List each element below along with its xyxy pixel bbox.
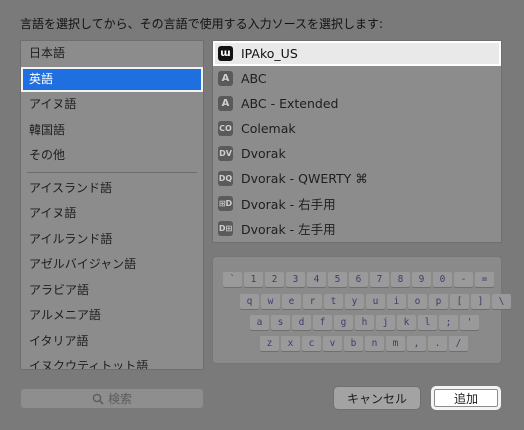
input-source-label: ABC xyxy=(241,71,267,86)
keyboard-key: / xyxy=(449,336,468,351)
language-item[interactable]: アイヌ語 xyxy=(21,201,203,227)
search-placeholder: 検索 xyxy=(107,392,132,406)
add-button[interactable]: 追加 xyxy=(431,386,501,410)
keyboard-key: n xyxy=(365,336,384,351)
input-source-label: Dvorak xyxy=(241,146,286,161)
keyboard-key: t xyxy=(324,294,343,309)
input-source-item[interactable]: A ABC xyxy=(213,66,501,91)
keyboard-key: k xyxy=(397,315,416,330)
keyboard-key: - xyxy=(454,272,473,287)
keyboard-preview: ` 1 2 3 4 5 6 7 8 9 0- = q w e r t y u i o p[] \ a s d f g h j k l; ' … xyxy=(212,256,511,364)
keyboard-key: p xyxy=(429,294,448,309)
input-source-label: Dvorak - QWERTY ⌘ xyxy=(241,171,368,186)
keyboard-key: ` xyxy=(223,272,242,287)
keyboard-key: b xyxy=(344,336,363,351)
keyboard-key: 7 xyxy=(370,272,389,287)
input-source-label: Colemak xyxy=(241,121,296,136)
input-source-label: ABC - Extended xyxy=(241,96,339,111)
instruction-text: 言語を選択してから、その言語で使用する入力ソースを選択します: xyxy=(20,17,384,31)
dvorak-left-icon: D⊞ xyxy=(218,221,233,236)
language-list[interactable]: 日本語 英語 アイヌ語 韓国語 その他 アイスランド語 アイヌ語 アイルランド語 アゼルバイジ… xyxy=(20,40,204,370)
keyboard-key: 5 xyxy=(328,272,347,287)
keyboard-key: [ xyxy=(450,294,469,309)
input-source-list[interactable]: ɯ IPAko_US A ABC A ABC - Extended CO Colemak DV D… xyxy=(212,40,502,243)
keyboard-key: ] xyxy=(471,294,490,309)
input-source-item[interactable]: DV Dvorak xyxy=(213,141,501,166)
keyboard-key: r xyxy=(303,294,322,309)
language-item[interactable]: アゼルバイジャン語 xyxy=(21,252,203,278)
language-item[interactable]: アルメニア語 xyxy=(21,303,203,329)
keyboard-row-home: a s d f g h j k l; ' xyxy=(250,315,481,332)
keyboard-key: g xyxy=(334,315,353,330)
input-source-item[interactable]: DQ Dvorak - QWERTY ⌘ xyxy=(213,166,501,191)
list-divider xyxy=(27,171,197,173)
keyboard-key: 6 xyxy=(349,272,368,287)
keyboard-key: a xyxy=(250,315,269,330)
keyboard-key: ' xyxy=(460,315,479,330)
keyboard-key: 2 xyxy=(265,272,284,287)
keyboard-key: l xyxy=(418,315,437,330)
keyboard-key: , xyxy=(407,336,426,351)
keyboard-key: 1 xyxy=(244,272,263,287)
abc-icon: A xyxy=(218,71,233,86)
keyboard-key: o xyxy=(408,294,427,309)
language-item[interactable]: イヌクウティトット語 xyxy=(21,354,203,369)
input-source-label: IPAko_US xyxy=(241,46,298,61)
search-icon xyxy=(92,393,104,405)
keyboard-key: m xyxy=(386,336,405,351)
keyboard-key: 0 xyxy=(433,272,452,287)
keyboard-key: 4 xyxy=(307,272,326,287)
keyboard-row-top: q w e r t y u i o p[] \ xyxy=(240,294,513,311)
keyboard-key: i xyxy=(387,294,406,309)
language-item[interactable]: アイルランド語 xyxy=(21,227,203,253)
input-source-item[interactable]: CO Colemak xyxy=(213,116,501,141)
keyboard-key: v xyxy=(323,336,342,351)
keyboard-key: 8 xyxy=(391,272,410,287)
input-source-label: Dvorak - 左手用 xyxy=(241,222,336,237)
input-source-item[interactable]: ɯ IPAko_US xyxy=(213,41,501,66)
keyboard-key: s xyxy=(271,315,290,330)
keyboard-key: \ xyxy=(492,294,511,309)
dvorak-qwerty-icon: DQ xyxy=(218,171,233,186)
language-item[interactable]: アイヌ語 xyxy=(21,92,203,118)
abc-extended-icon: A xyxy=(218,96,233,111)
keyboard-key: u xyxy=(366,294,385,309)
language-item[interactable]: 日本語 xyxy=(21,41,203,67)
language-item[interactable]: その他 xyxy=(21,143,203,169)
dvorak-right-icon: ⊞D xyxy=(218,196,233,211)
language-item[interactable]: 韓国語 xyxy=(21,118,203,144)
input-source-item[interactable]: A ABC - Extended xyxy=(213,91,501,116)
keyboard-key: z xyxy=(260,336,279,351)
keyboard-key: h xyxy=(355,315,374,330)
keyboard-key: q xyxy=(240,294,259,309)
search-field[interactable]: 検索 xyxy=(20,388,204,409)
keyboard-key: x xyxy=(281,336,300,351)
keyboard-key: ; xyxy=(439,315,458,330)
keyboard-key: j xyxy=(376,315,395,330)
input-source-label: Dvorak - 右手用 xyxy=(241,197,336,212)
language-item[interactable]: イタリア語 xyxy=(21,329,203,355)
keyboard-row-numbers: ` 1 2 3 4 5 6 7 8 9 0- = xyxy=(223,272,496,289)
language-item[interactable]: アラビア語 xyxy=(21,278,203,304)
keyboard-key: c xyxy=(302,336,321,351)
keyboard-key: d xyxy=(292,315,311,330)
ipako-icon: ɯ xyxy=(218,46,233,61)
colemak-icon: CO xyxy=(218,121,233,136)
keyboard-key: w xyxy=(261,294,280,309)
keyboard-key: y xyxy=(345,294,364,309)
cancel-button[interactable]: キャンセル xyxy=(333,386,421,410)
keyboard-key: 9 xyxy=(412,272,431,287)
input-source-item[interactable]: ⊞D Dvorak - 右手用 xyxy=(213,191,501,216)
language-item[interactable]: アイスランド語 xyxy=(21,176,203,202)
keyboard-key: . xyxy=(428,336,447,351)
keyboard-row-bottom: z x c v b n m,. / xyxy=(260,336,470,353)
language-item[interactable]: 英語 xyxy=(21,66,203,92)
keyboard-key: = xyxy=(475,272,494,287)
keyboard-key: e xyxy=(282,294,301,309)
keyboard-key: 3 xyxy=(286,272,305,287)
input-source-item[interactable]: D⊞ Dvorak - 左手用 xyxy=(213,216,501,241)
keyboard-key: f xyxy=(313,315,332,330)
dvorak-icon: DV xyxy=(218,146,233,161)
